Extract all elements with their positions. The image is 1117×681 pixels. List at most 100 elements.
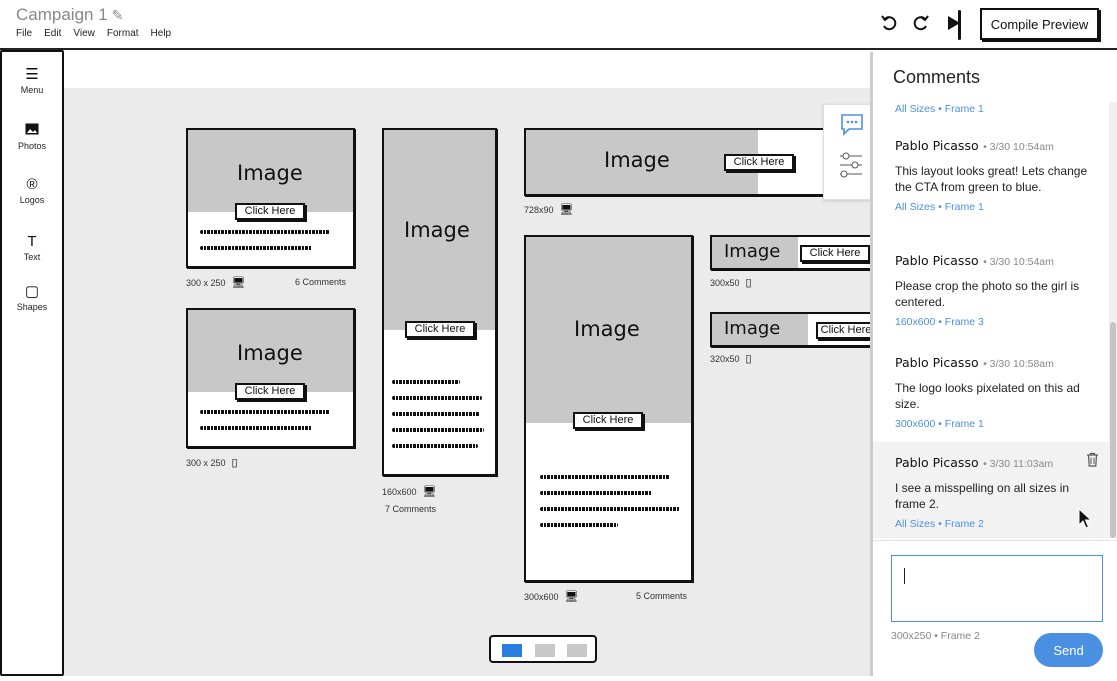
cta-button[interactable]: Click Here xyxy=(405,321,475,338)
comment-item[interactable]: Pablo Picasso • 3/30 10:54am Please crop… xyxy=(873,252,1111,328)
comment-body: This layout looks great! Lets change the… xyxy=(895,164,1088,194)
ad-300x250-mobile[interactable]: Image Click Here xyxy=(186,308,355,448)
copy-line xyxy=(200,246,312,250)
sliders-icon[interactable] xyxy=(838,151,864,184)
comment-tag[interactable]: 300x600 • Frame 1 xyxy=(895,418,1089,430)
comment-tag[interactable]: All Sizes • Frame 1 xyxy=(895,201,1089,213)
rail-label-text: Text xyxy=(23,252,41,262)
ad-comment-count[interactable]: 6 Comments xyxy=(295,277,346,287)
ad-size-label: 320x50 xyxy=(710,353,740,364)
image-label: Image xyxy=(724,241,781,262)
menu-help[interactable]: Help xyxy=(151,28,172,39)
mouse-cursor-icon xyxy=(1078,508,1092,529)
ad-meta: 728x90 🖥 xyxy=(524,203,574,216)
undo-icon[interactable] xyxy=(880,14,898,32)
copy-line xyxy=(392,412,480,416)
ad-300x50[interactable]: Image Click Here xyxy=(710,235,870,270)
comment-time: • 3/30 11:03am xyxy=(983,458,1054,470)
cta-button[interactable]: Click Here xyxy=(800,245,870,262)
canvas-ruler xyxy=(64,52,870,88)
pager-dot-2[interactable] xyxy=(535,644,555,657)
cta-button[interactable]: Click Here xyxy=(235,383,305,400)
copy-line xyxy=(392,396,482,400)
comment-author: Pablo Picasso xyxy=(895,253,979,268)
comment-tag[interactable]: All Sizes • Frame 2 xyxy=(895,518,1089,530)
ad-comment-count[interactable]: 7 Comments xyxy=(385,504,436,514)
pager-dot-3[interactable] xyxy=(567,644,587,657)
menu-edit[interactable]: Edit xyxy=(44,28,61,39)
desktop-icon: 🖥 xyxy=(564,591,579,603)
campaign-title-text[interactable]: Campaign 1 xyxy=(16,5,108,24)
ad-size-label: 300x600 xyxy=(524,591,559,602)
comment-item[interactable]: Pablo Picasso • 3/30 11:03am I see a mis… xyxy=(873,442,1111,538)
ad-728x90[interactable]: Image Click Here xyxy=(524,128,854,196)
canvas-side-tools xyxy=(823,104,871,200)
ad-160x600[interactable]: Image Click Here xyxy=(382,128,497,476)
comment-tag[interactable]: 160x600 • Frame 3 xyxy=(895,316,1089,328)
toolbar xyxy=(880,14,962,32)
send-button[interactable]: Send xyxy=(1034,633,1103,667)
comment-body: The logo looks pixelated on this ad size… xyxy=(895,381,1080,411)
pager-dot-1[interactable] xyxy=(502,644,522,657)
ad-comment-count[interactable]: 5 Comments xyxy=(636,591,687,601)
comment-list[interactable]: All Sizes • Frame 1 Pablo Picasso • 3/30… xyxy=(873,102,1111,538)
cta-button[interactable]: Click Here xyxy=(816,322,870,339)
rail-label-photos: Photos xyxy=(17,141,47,151)
comment-time: • 3/30 10:54am xyxy=(983,256,1054,268)
campaign-title[interactable]: Campaign 1 ✎ xyxy=(16,5,123,25)
comments-scrollbar[interactable] xyxy=(1109,102,1117,538)
desktop-icon: 🖥 xyxy=(231,277,246,289)
rail-label-shapes: Shapes xyxy=(16,302,48,312)
compile-preview-button[interactable]: Compile Preview xyxy=(980,8,1099,40)
comments-title: Comments xyxy=(893,67,981,87)
rail-item-text[interactable]: T Text xyxy=(2,233,62,262)
ad-300x250-desktop[interactable]: Image Click Here xyxy=(186,128,355,268)
copy-line xyxy=(392,444,478,448)
rail-item-shapes[interactable]: ▢ Shapes xyxy=(2,283,62,312)
comment-time: • 3/30 10:58am xyxy=(983,358,1054,370)
comment-author: Pablo Picasso xyxy=(895,455,979,470)
comment-item[interactable]: Pablo Picasso • 3/30 10:58am The logo lo… xyxy=(873,354,1111,430)
ad-meta: 300x50 ▯ xyxy=(710,276,752,289)
comment-bubble-icon[interactable] xyxy=(840,113,864,142)
menu-file[interactable]: File xyxy=(16,28,32,39)
ad-size-label: 300 x 250 xyxy=(186,457,226,468)
ad-320x50[interactable]: Image Click Here xyxy=(710,312,870,347)
comment-body: I see a misspelling on all sizes in fram… xyxy=(895,481,1070,511)
comment-tag[interactable]: All Sizes • Frame 1 xyxy=(895,103,1089,115)
ad-meta: 300x600 🖥 xyxy=(524,590,579,603)
copy-line xyxy=(540,475,670,479)
rail-item-logos[interactable]: ® Logos xyxy=(2,176,62,205)
comment-item[interactable]: Pablo Picasso • 3/30 10:54am This layout… xyxy=(873,137,1111,213)
cta-button[interactable]: Click Here xyxy=(573,412,643,429)
ad-meta: 320x50 ▯ xyxy=(710,352,752,365)
rail-item-menu[interactable]: ☰ Menu xyxy=(2,66,62,95)
copy-line xyxy=(392,428,484,432)
trash-icon[interactable] xyxy=(1086,452,1099,470)
mobile-icon: ▯ xyxy=(745,353,752,365)
ad-300x600[interactable]: Image Click Here xyxy=(524,235,693,582)
image-label: Image xyxy=(604,148,670,172)
menu-format[interactable]: Format xyxy=(107,28,139,39)
registered-icon: ® xyxy=(26,176,38,193)
desktop-icon: 🖥 xyxy=(559,204,574,216)
ad-size-label: 728x90 xyxy=(524,204,554,215)
cta-button[interactable]: Click Here xyxy=(724,154,794,171)
rail-label-logos: Logos xyxy=(19,195,45,205)
comment-time: • 3/30 10:54am xyxy=(983,141,1054,153)
comment-partial[interactable]: All Sizes • Frame 1 xyxy=(873,102,1111,115)
text-caret xyxy=(904,568,905,584)
rail-item-photos[interactable]: Photos xyxy=(2,122,62,151)
comment-input[interactable] xyxy=(891,555,1103,622)
copy-line xyxy=(392,380,460,384)
copy-line xyxy=(200,426,312,430)
scrollbar-thumb[interactable] xyxy=(1110,322,1116,538)
redo-icon[interactable] xyxy=(912,14,930,32)
pencil-icon[interactable]: ✎ xyxy=(112,7,124,24)
cta-button[interactable]: Click Here xyxy=(235,203,305,220)
menu-view[interactable]: View xyxy=(73,28,95,39)
ad-meta: 300 x 250 🖥 xyxy=(186,276,246,289)
square-icon: ▢ xyxy=(24,283,40,300)
menu-bar: File Edit View Format Help xyxy=(16,28,171,39)
copy-line xyxy=(540,507,680,511)
